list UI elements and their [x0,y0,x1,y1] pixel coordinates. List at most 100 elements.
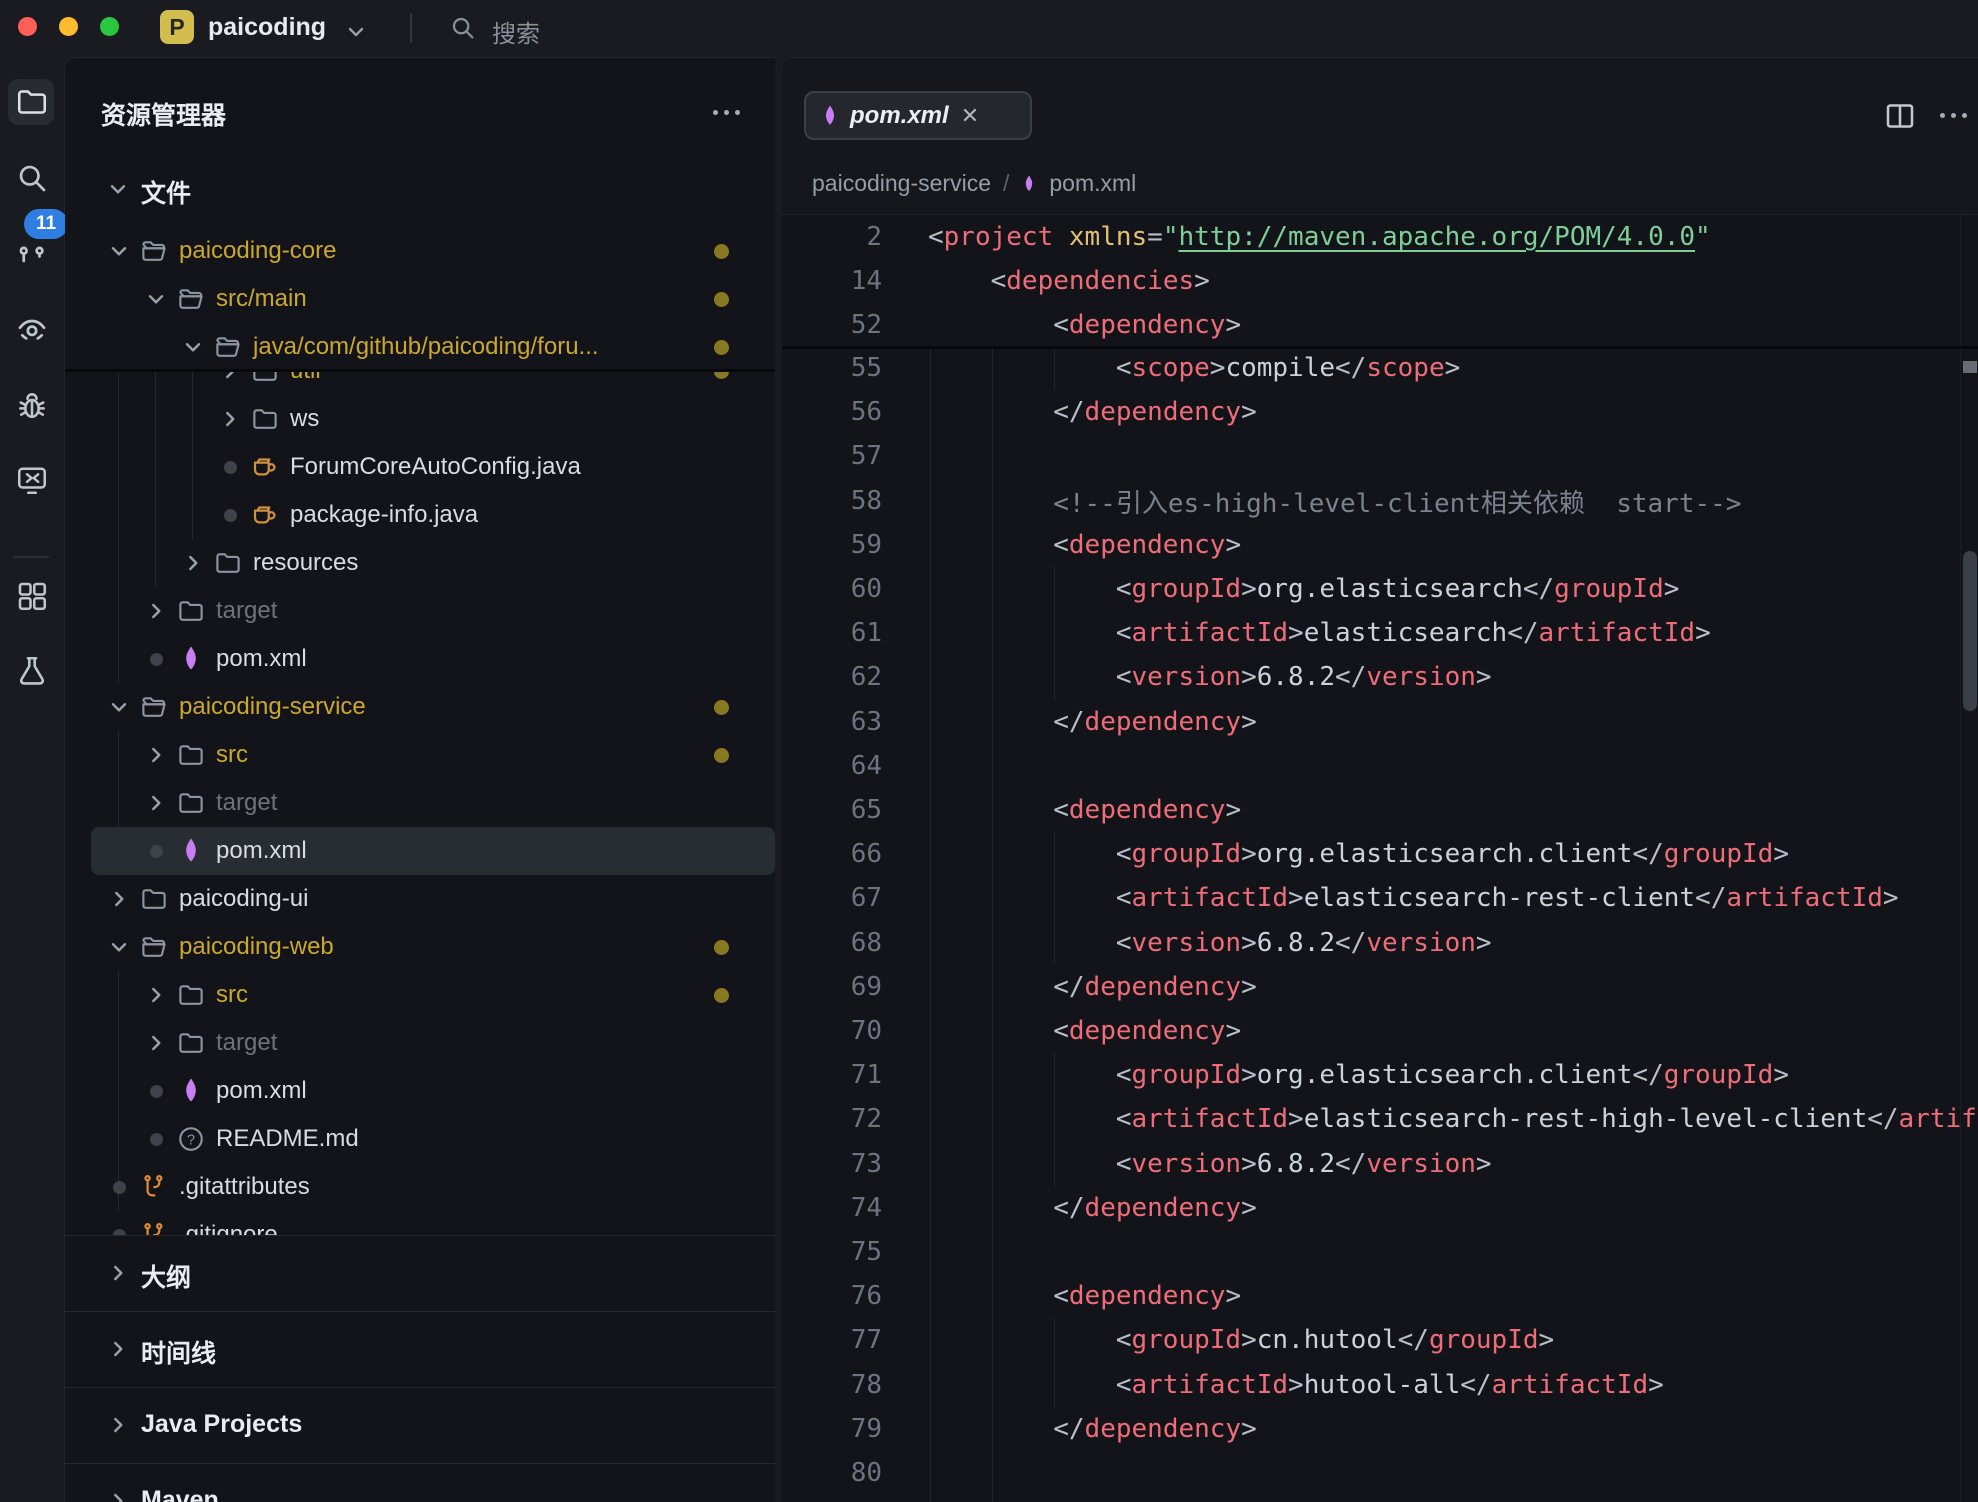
files-icon[interactable] [14,84,50,120]
code-line[interactable]: 73 <version>6.8.2</version> [782,1142,1978,1186]
chevron-right-icon[interactable] [216,405,244,433]
code-line[interactable]: 77 <groupId>cn.hutool</groupId> [782,1318,1978,1362]
project-switcher[interactable]: paicoding [208,13,326,42]
chevron-right-icon[interactable] [142,597,170,625]
window-minimize-button[interactable] [59,17,78,36]
chevron-right-icon[interactable] [142,981,170,1009]
tree-row[interactable]: pom.xml [91,827,775,875]
scrollbar-track [1960,215,1961,1502]
code-line[interactable]: 75 [782,1230,1978,1274]
code-line[interactable]: 67 <artifactId>elasticsearch-rest-client… [782,876,1978,920]
tree-row[interactable]: target [65,587,775,635]
split-editor-icon[interactable] [1882,98,1918,134]
tree-row[interactable]: src [65,971,775,1019]
extensions-icon[interactable] [14,578,50,614]
window-close-button[interactable] [18,17,37,36]
code-line[interactable]: 55 <scope>compile</scope> [782,346,1978,390]
maven-icon [1021,173,1037,195]
tree-row[interactable]: ForumCoreAutoConfig.java [65,443,775,491]
tree-row[interactable]: java/com/github/paicoding/foru... [65,323,775,371]
chevron-right-icon[interactable] [142,789,170,817]
tree-row[interactable]: paicoding-core [65,227,775,275]
breadcrumb[interactable]: paicoding-service / pom.xml [812,170,1136,197]
search-icon[interactable] [448,13,478,43]
code-line[interactable]: 74 </dependency> [782,1186,1978,1230]
window-zoom-button[interactable] [100,17,119,36]
chevron-down-icon[interactable] [105,933,133,961]
modified-dot [714,292,729,307]
chevron-right-icon [105,1260,131,1286]
code-line[interactable]: 63 </dependency> [782,700,1978,744]
global-search-input[interactable]: 搜索 [492,14,540,49]
tree-row[interactable]: pom.xml [65,1067,775,1115]
code-line[interactable]: 78 <artifactId>hutool-all</artifactId> [782,1363,1978,1407]
tree-row[interactable]: package-info.java [65,491,775,539]
sidebar-section-时间线[interactable]: 时间线 [65,1311,775,1388]
tab-pom-xml[interactable]: pom.xml ✕ [804,91,1032,140]
search-view-icon[interactable] [14,160,50,196]
code-line[interactable]: 72 <artifactId>elasticsearch-rest-high-l… [782,1097,1978,1141]
chevron-right-icon[interactable] [105,885,133,913]
chevron-down-icon[interactable] [105,237,133,265]
chevron-down-icon[interactable] [142,285,170,313]
code-line[interactable]: 14 <dependencies> [782,259,1978,303]
breadcrumb-file[interactable]: pom.xml [1049,170,1136,197]
chevron-right-icon[interactable] [179,549,207,577]
code-line[interactable]: 76 <dependency> [782,1274,1978,1318]
code-line[interactable]: 2<project xmlns="http://maven.apache.org… [782,215,1978,259]
code-line[interactable]: 79 </dependency> [782,1407,1978,1451]
remote-terminal-icon[interactable] [14,462,50,498]
chevron-down-icon[interactable] [344,20,368,44]
sidebar-section-Maven[interactable]: Maven [65,1463,775,1502]
code-line[interactable]: 64 [782,744,1978,788]
tree-row[interactable]: .gitattributes [65,1163,775,1211]
breadcrumb-folder[interactable]: paicoding-service [812,170,991,197]
code-line[interactable]: 71 <groupId>org.elasticsearch.client</gr… [782,1053,1978,1097]
scrollbar-thumb[interactable] [1963,551,1977,711]
tree-row[interactable]: pom.xml [65,635,775,683]
tree-item-label: src/main [216,285,307,313]
chevron-down-icon[interactable] [179,333,207,361]
chevron-right-icon[interactable] [142,1029,170,1057]
tree-row[interactable]: target [65,779,775,827]
line-number: 64 [782,751,882,781]
line-number: 14 [782,266,882,296]
chevron-down-icon[interactable] [105,693,133,721]
debug-icon[interactable] [14,388,50,424]
chevron-right-icon[interactable] [142,741,170,769]
code-line[interactable]: 61 <artifactId>elasticsearch</artifactId… [782,611,1978,655]
code-line[interactable]: 58 <!--引入es-high-level-client相关依赖 start-… [782,479,1978,523]
code-line[interactable]: 68 <version>6.8.2</version> [782,921,1978,965]
code-line[interactable]: 80 [782,1451,1978,1495]
code-text: <groupId>org.elasticsearch</groupId> [882,574,1679,604]
editor-more-actions-icon[interactable] [1940,113,1967,118]
code-line[interactable]: 59 <dependency> [782,523,1978,567]
sidebar-section-大纲[interactable]: 大纲 [65,1235,775,1312]
code-line[interactable]: 69 </dependency> [782,965,1978,1009]
tree-row[interactable]: src/main [65,275,775,323]
close-icon[interactable]: ✕ [961,103,979,129]
tree-row[interactable]: target [65,1019,775,1067]
sidebar-section-Java Projects[interactable]: Java Projects [65,1387,775,1464]
tree-row[interactable]: resources [65,539,775,587]
tree-row[interactable]: src [65,731,775,779]
maven-icon [820,103,840,129]
code-line[interactable]: 70 <dependency> [782,1009,1978,1053]
tree-row[interactable]: paicoding-ui [65,875,775,923]
code-line[interactable]: 57 [782,434,1978,478]
tree-row[interactable]: ws [65,395,775,443]
code-line[interactable]: 52 <dependency> [782,303,1978,347]
code-line[interactable]: 81 <dependency> [782,1495,1978,1502]
live-preview-icon[interactable] [14,312,50,348]
tree-row[interactable]: paicoding-web [65,923,775,971]
code-line[interactable]: 56 </dependency> [782,390,1978,434]
source-control-icon[interactable] [14,244,50,280]
code-line[interactable]: 66 <groupId>org.elasticsearch.client</gr… [782,832,1978,876]
code-line[interactable]: 65 <dependency> [782,788,1978,832]
folder-icon [211,547,245,579]
tree-row[interactable]: paicoding-service [65,683,775,731]
code-line[interactable]: 62 <version>6.8.2</version> [782,655,1978,699]
tree-row[interactable]: ?README.md [65,1115,775,1163]
code-line[interactable]: 60 <groupId>org.elasticsearch</groupId> [782,567,1978,611]
tests-flask-icon[interactable] [14,653,50,689]
